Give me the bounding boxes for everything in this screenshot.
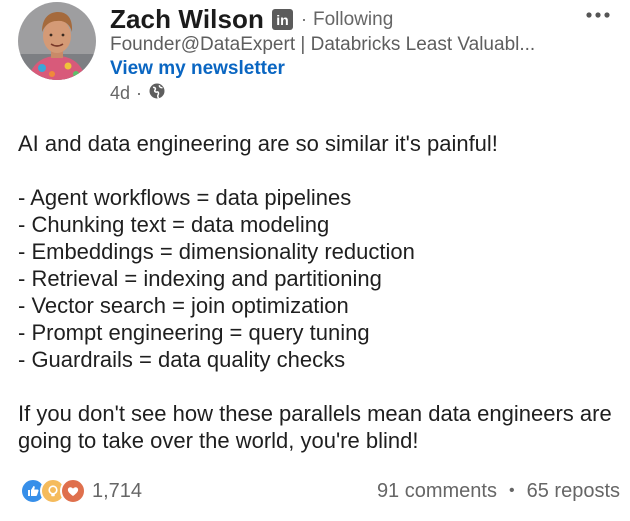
reaction-count: 1,714 <box>92 479 143 502</box>
author-name[interactable]: Zach Wilson <box>110 4 264 35</box>
author-headline: Founder@DataExpert | Databricks Least Va… <box>110 34 536 55</box>
linkedin-premium-badge-icon: in <box>272 9 293 30</box>
reposts-link[interactable]: 65 reposts <box>527 480 620 503</box>
post-list: - Agent workflows = data pipelines - Chu… <box>18 184 618 373</box>
list-item: - Vector search = join optimization <box>18 293 349 318</box>
list-item: - Chunking text = data modeling <box>18 212 330 237</box>
linkedin-post: Zach Wilson in · Following Founder@DataE… <box>0 0 630 521</box>
reactions-summary[interactable]: 1,714 <box>20 478 142 504</box>
list-item: - Prompt engineering = query tuning <box>18 320 370 345</box>
list-item: - Embeddings = dimensionality reduction <box>18 239 415 264</box>
love-icon <box>60 478 86 504</box>
post-time: 4d <box>110 83 131 103</box>
follow-status: Following <box>313 8 394 30</box>
author-name-row: Zach Wilson in · Following <box>110 4 393 35</box>
engagement-separator: • <box>509 482 515 499</box>
post-closing: If you don't see how these parallels mea… <box>18 401 612 453</box>
time-separator: · <box>136 83 143 103</box>
social-counts: 1,714 91 comments • 65 reposts <box>20 478 620 504</box>
more-options-icon[interactable] <box>583 2 613 28</box>
post-meta: 4d · <box>110 82 166 105</box>
view-newsletter-link[interactable]: View my newsletter <box>110 58 285 80</box>
globe-icon <box>148 82 166 105</box>
author-avatar[interactable] <box>18 2 96 80</box>
name-separator: · <box>301 9 307 29</box>
post-intro: AI and data engineering are so similar i… <box>18 131 498 156</box>
list-item: - Guardrails = data quality checks <box>18 347 346 372</box>
post-content: AI and data engineering are so similar i… <box>18 130 618 454</box>
list-item: - Retrieval = indexing and partitioning <box>18 266 382 291</box>
engagement-links: 91 comments • 65 reposts <box>377 480 620 503</box>
comments-link[interactable]: 91 comments <box>377 480 497 503</box>
list-item: - Agent workflows = data pipelines <box>18 185 352 210</box>
